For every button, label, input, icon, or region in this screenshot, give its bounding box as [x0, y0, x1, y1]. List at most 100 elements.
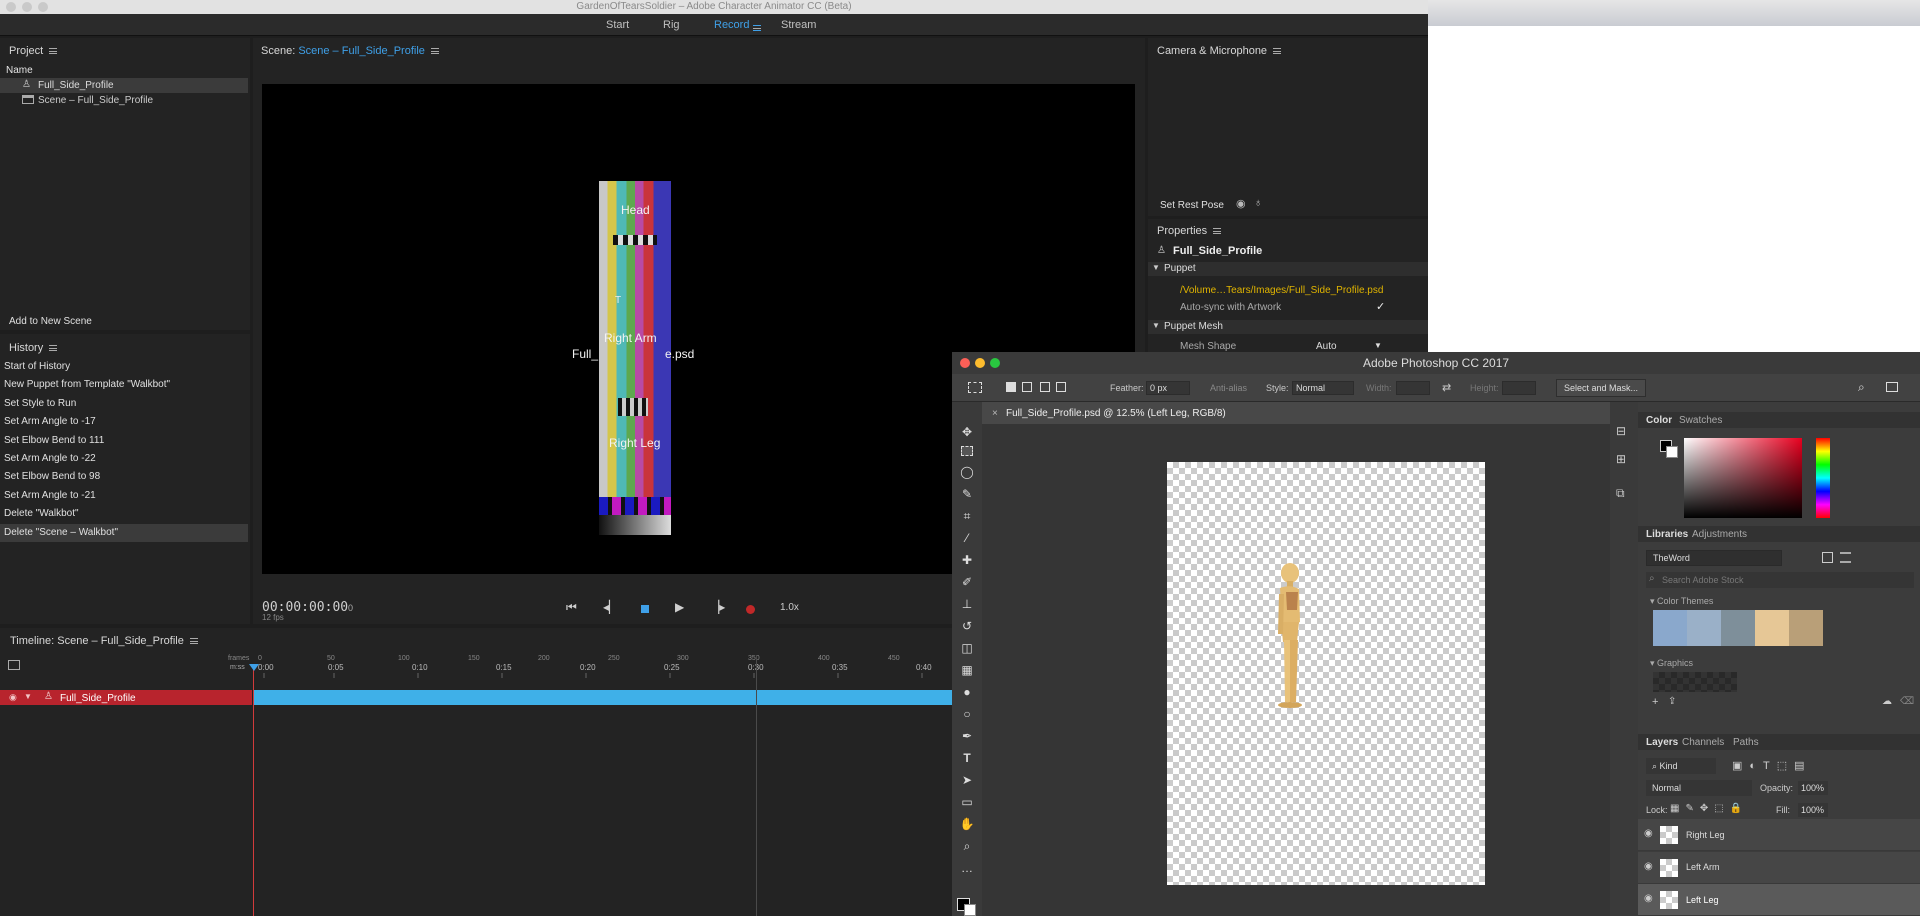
history-item[interactable]: Set Elbow Bend to 98: [0, 468, 248, 486]
eyedropper-tool-icon[interactable]: ⁄: [959, 530, 975, 546]
tab-adjustments[interactable]: Adjustments: [1692, 529, 1747, 540]
tab-channels[interactable]: Channels: [1682, 737, 1724, 748]
tab-layers[interactable]: Layers: [1646, 737, 1678, 748]
more-tools-icon[interactable]: …: [959, 860, 975, 876]
tab-color[interactable]: Color: [1646, 415, 1672, 426]
tab-start[interactable]: Start: [606, 14, 629, 36]
history-item[interactable]: Delete "Walkbot": [0, 505, 248, 523]
zoom-dot-icon[interactable]: [990, 358, 1000, 368]
hand-tool-icon[interactable]: ✋: [959, 816, 975, 832]
set-rest-pose-button[interactable]: Set Rest Pose: [1160, 200, 1224, 211]
tab-record[interactable]: Record: [714, 14, 749, 36]
theme-swatch[interactable]: [1721, 610, 1755, 646]
height-input[interactable]: [1502, 381, 1536, 395]
mesh-shape-dropdown[interactable]: Auto: [1316, 341, 1337, 352]
history-item[interactable]: Set Arm Angle to -21: [0, 487, 248, 505]
dodge-tool-icon[interactable]: ○: [959, 706, 975, 722]
history-brush-tool-icon[interactable]: ↺: [959, 618, 975, 634]
lock-icons[interactable]: ▦✎✥⬚🔒: [1670, 803, 1748, 814]
eye-icon[interactable]: ◉: [1644, 861, 1653, 872]
search-icon[interactable]: ⌕: [1858, 380, 1865, 395]
layer-row[interactable]: [1638, 852, 1920, 884]
grid-view-icon[interactable]: [1822, 552, 1833, 563]
project-item-scene[interactable]: Scene – Full_Side_Profile: [38, 95, 153, 106]
history-item[interactable]: Set Arm Angle to -22: [0, 450, 248, 468]
stop-icon[interactable]: [641, 605, 649, 613]
width-input[interactable]: [1396, 381, 1430, 395]
layer-filter-kind[interactable]: ⌕ Kind: [1646, 758, 1716, 774]
bg-color-icon[interactable]: [1666, 446, 1678, 458]
quick-select-tool-icon[interactable]: ✎: [959, 486, 975, 502]
blend-mode-dropdown[interactable]: Normal: [1646, 780, 1752, 796]
select-and-mask-button[interactable]: Select and Mask...: [1556, 379, 1646, 397]
history-item[interactable]: Start of History: [0, 358, 248, 376]
add-selection-icon[interactable]: [1022, 382, 1032, 392]
theme-swatch[interactable]: [1687, 610, 1721, 646]
layer-row[interactable]: [1638, 819, 1920, 851]
brush-tool-icon[interactable]: ✐: [959, 574, 975, 590]
go-to-start-icon[interactable]: ⏮: [566, 600, 577, 615]
fill-input[interactable]: 100%: [1798, 803, 1828, 817]
tab-rig[interactable]: Rig: [663, 14, 680, 36]
record-menu-icon[interactable]: [753, 22, 761, 34]
gradient-tool-icon[interactable]: ▦: [959, 662, 975, 678]
chevron-down-icon[interactable]: ▼: [1374, 341, 1382, 350]
antialias-checkbox[interactable]: Anti-alias: [1210, 383, 1247, 393]
color-theme-strip[interactable]: [1653, 610, 1823, 646]
history-panel-icon[interactable]: ⊟: [1616, 424, 1626, 438]
autosync-checkbox[interactable]: ✓: [1376, 300, 1385, 313]
eye-icon[interactable]: ◉: [1644, 828, 1653, 839]
style-dropdown[interactable]: Normal: [1292, 381, 1354, 395]
graphic-thumbnail[interactable]: [1653, 672, 1737, 692]
crop-tool-icon[interactable]: ⌗: [959, 508, 975, 524]
eye-icon[interactable]: ◉: [1644, 893, 1653, 904]
background-color-swatch[interactable]: [964, 904, 976, 916]
history-item[interactable]: Set Elbow Bend to 111: [0, 432, 248, 450]
eye-icon[interactable]: ◉: [9, 692, 17, 703]
webcam-icon[interactable]: ◉: [1236, 197, 1246, 210]
eraser-tool-icon[interactable]: ◫: [959, 640, 975, 656]
swap-icon[interactable]: ⇄: [1442, 381, 1451, 394]
zoom-tool-icon[interactable]: ⌕: [959, 838, 975, 854]
upload-icon[interactable]: ⇪: [1668, 696, 1676, 707]
history-item-selected[interactable]: Delete "Scene – Walkbot": [0, 523, 248, 542]
document-canvas[interactable]: [1167, 462, 1485, 885]
stock-search-input[interactable]: Search Adobe Stock: [1646, 572, 1914, 588]
panel-menu-icon[interactable]: [49, 48, 58, 55]
marquee-preset-icon[interactable]: [968, 382, 982, 393]
adjust-panel-icon[interactable]: ⧉: [1616, 486, 1625, 501]
path-select-tool-icon[interactable]: ➤: [959, 772, 975, 788]
theme-swatch[interactable]: [1755, 610, 1789, 646]
opacity-input[interactable]: 100%: [1798, 781, 1828, 795]
graphics-header[interactable]: ▾ Graphics: [1650, 658, 1693, 669]
minimize-dot-icon[interactable]: [22, 2, 32, 12]
history-item[interactable]: Set Arm Angle to -17: [0, 413, 248, 431]
close-tab-icon[interactable]: ×: [992, 408, 998, 419]
play-icon[interactable]: ▶: [675, 600, 684, 614]
feather-input[interactable]: 0 px: [1146, 381, 1190, 395]
lasso-tool-icon[interactable]: ◯: [959, 464, 975, 480]
playhead[interactable]: [253, 668, 254, 916]
marquee-tool-icon[interactable]: [961, 446, 973, 456]
library-dropdown[interactable]: TheWord: [1646, 550, 1782, 566]
artwork-path-link[interactable]: /Volume…Tears/Images/Full_Side_Profile.p…: [1180, 285, 1383, 296]
add-to-new-scene-button[interactable]: Add to New Scene: [9, 316, 92, 327]
playhead-handle-icon[interactable]: [249, 664, 259, 671]
zoom-dot-icon[interactable]: [38, 2, 48, 12]
add-to-library-icon[interactable]: +: [1652, 696, 1658, 708]
step-forward-icon[interactable]: ▕▸: [710, 600, 725, 614]
rectangle-tool-icon[interactable]: ▭: [959, 794, 975, 810]
panel-menu-icon[interactable]: [1213, 228, 1222, 235]
expand-triangle-icon[interactable]: ▼: [24, 692, 32, 701]
tab-paths[interactable]: Paths: [1733, 737, 1759, 748]
layer-filter-icons[interactable]: ▣◐T⬚▤: [1732, 759, 1812, 772]
panel-menu-icon[interactable]: [430, 48, 439, 55]
hue-slider[interactable]: [1816, 438, 1830, 518]
type-tool-icon[interactable]: T: [959, 750, 975, 766]
cloud-sync-icon[interactable]: ☁: [1882, 696, 1892, 707]
trash-icon[interactable]: ⌫: [1900, 696, 1914, 707]
history-item[interactable]: New Puppet from Template "Walkbot": [0, 376, 248, 394]
close-dot-icon[interactable]: [960, 358, 970, 368]
color-themes-header[interactable]: ▾ Color Themes: [1650, 596, 1713, 607]
expand-triangle-icon[interactable]: ▼: [1152, 321, 1160, 330]
